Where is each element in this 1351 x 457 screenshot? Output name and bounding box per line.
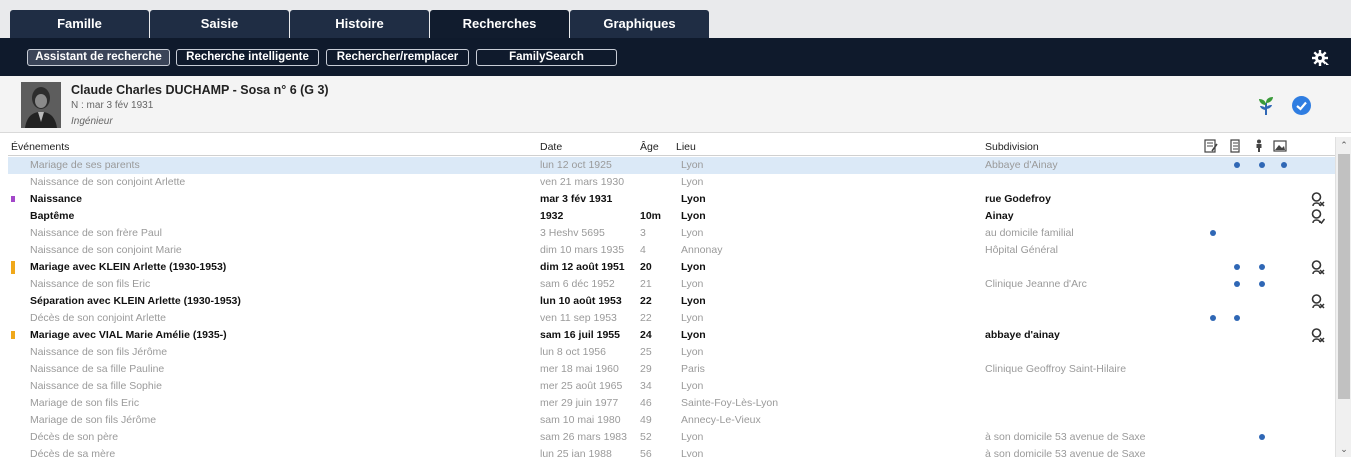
find-replace-button[interactable]: Rechercher/remplacer xyxy=(326,49,469,66)
source-indicator xyxy=(1234,281,1240,287)
column-header-place[interactable]: Lieu xyxy=(676,141,696,153)
table-row[interactable]: Naissance de son fils Eric sam 6 déc 195… xyxy=(8,276,1335,293)
search-person-icon[interactable] xyxy=(1311,294,1325,309)
notes-icon[interactable] xyxy=(1204,139,1218,153)
toolbar: Assistant de recherche Recherche intelli… xyxy=(0,38,1351,76)
note-indicator xyxy=(1210,315,1216,321)
person-name: Claude Charles DUCHAMP - Sosa n° 6 (G 3) xyxy=(71,83,329,97)
scroll-up-icon[interactable]: ⌃ xyxy=(1339,140,1349,150)
table-row[interactable]: Séparation avec KLEIN Arlette (1930-1953… xyxy=(8,293,1335,310)
source-indicator xyxy=(1234,162,1240,168)
verified-check-icon[interactable] xyxy=(1291,95,1312,116)
table-row[interactable]: Naissance de son fils Jérôme lun 8 oct 1… xyxy=(8,344,1335,361)
sprout-icon[interactable] xyxy=(1256,94,1276,116)
event-marker xyxy=(11,196,15,202)
person-indicator xyxy=(1259,281,1265,287)
portrait-photo[interactable] xyxy=(21,82,61,128)
table-row[interactable]: Décès de son conjoint Arlette ven 11 sep… xyxy=(8,310,1335,327)
column-header-date[interactable]: Date xyxy=(540,141,562,153)
column-header-events[interactable]: Événements xyxy=(11,141,69,153)
search-person-icon[interactable] xyxy=(1311,192,1325,207)
person-indicator xyxy=(1259,162,1265,168)
scroll-down-icon[interactable]: ⌄ xyxy=(1339,444,1349,454)
tab-graphiques[interactable]: Graphiques xyxy=(570,10,709,38)
table-row[interactable]: Mariage de son fils Eric mer 29 juin 197… xyxy=(8,395,1335,412)
event-marker xyxy=(11,331,15,339)
table-row[interactable]: Baptême 1932 10m Lyon Ainay xyxy=(8,208,1335,225)
note-indicator xyxy=(1210,230,1216,236)
table-row[interactable]: Mariage avec VIAL Marie Amélie (1935-) s… xyxy=(8,327,1335,344)
tab-saisie[interactable]: Saisie xyxy=(150,10,289,38)
person-occupation: Ingénieur xyxy=(71,116,113,127)
source-indicator xyxy=(1234,264,1240,270)
media-indicator xyxy=(1281,162,1287,168)
gear-icon[interactable] xyxy=(1312,49,1330,67)
column-header-age[interactable]: Âge xyxy=(640,141,659,153)
search-person-icon[interactable] xyxy=(1311,328,1325,343)
event-marker xyxy=(11,261,15,274)
table-row[interactable]: Naissance de son conjoint Arlette ven 21… xyxy=(8,174,1335,191)
table-row[interactable]: Naissance de son conjoint Marie dim 10 m… xyxy=(8,242,1335,259)
table-row[interactable]: Décès de son père sam 26 mars 1983 52 Ly… xyxy=(8,429,1335,446)
person-indicator xyxy=(1259,434,1265,440)
search-person-icon[interactable] xyxy=(1311,260,1325,275)
person-header: Claude Charles DUCHAMP - Sosa n° 6 (G 3)… xyxy=(0,76,1351,133)
scrollbar-thumb[interactable] xyxy=(1338,154,1350,399)
table-row[interactable]: Mariage de ses parents lun 12 oct 1925 L… xyxy=(8,157,1335,174)
tab-recherches[interactable]: Recherches xyxy=(430,10,569,38)
table-row[interactable]: Naissance de son frère Paul 3 Heshv 5695… xyxy=(8,225,1335,242)
tab-bar: Famille Saisie Histoire Recherches Graph… xyxy=(0,0,1351,38)
source-indicator xyxy=(1234,315,1240,321)
smart-search-button[interactable]: Recherche intelligente xyxy=(176,49,319,66)
table-row[interactable]: Décès de sa mère lun 25 jan 1988 56 Lyon… xyxy=(8,446,1335,457)
table-row[interactable]: Mariage avec KLEIN Arlette (1930-1953) d… xyxy=(8,259,1335,276)
events-table-header: Événements Date Âge Lieu Subdivision xyxy=(8,137,1335,156)
media-icon[interactable] xyxy=(1273,139,1287,153)
table-row[interactable]: Naissance de sa fille Pauline mer 18 mai… xyxy=(8,361,1335,378)
vertical-scrollbar[interactable]: ⌃ ⌄ xyxy=(1335,137,1351,457)
person-icon[interactable] xyxy=(1252,139,1266,153)
table-row[interactable]: Naissance mar 3 fév 1931 Lyon rue Godefr… xyxy=(8,191,1335,208)
sources-icon[interactable] xyxy=(1228,139,1242,153)
table-row[interactable]: Naissance de sa fille Sophie mer 25 août… xyxy=(8,378,1335,395)
familysearch-button[interactable]: FamilySearch xyxy=(476,49,617,66)
person-birth: N : mar 3 fév 1931 xyxy=(71,100,154,111)
search-person-check-icon[interactable] xyxy=(1311,209,1325,224)
events-table-body: Mariage de ses parents lun 12 oct 1925 L… xyxy=(8,157,1335,457)
tab-famille[interactable]: Famille xyxy=(10,10,149,38)
assistant-button[interactable]: Assistant de recherche xyxy=(27,49,170,66)
person-indicator xyxy=(1259,264,1265,270)
tab-histoire[interactable]: Histoire xyxy=(290,10,429,38)
table-row[interactable]: Mariage de son fils Jérôme sam 10 mai 19… xyxy=(8,412,1335,429)
column-header-subdivision[interactable]: Subdivision xyxy=(985,141,1039,153)
